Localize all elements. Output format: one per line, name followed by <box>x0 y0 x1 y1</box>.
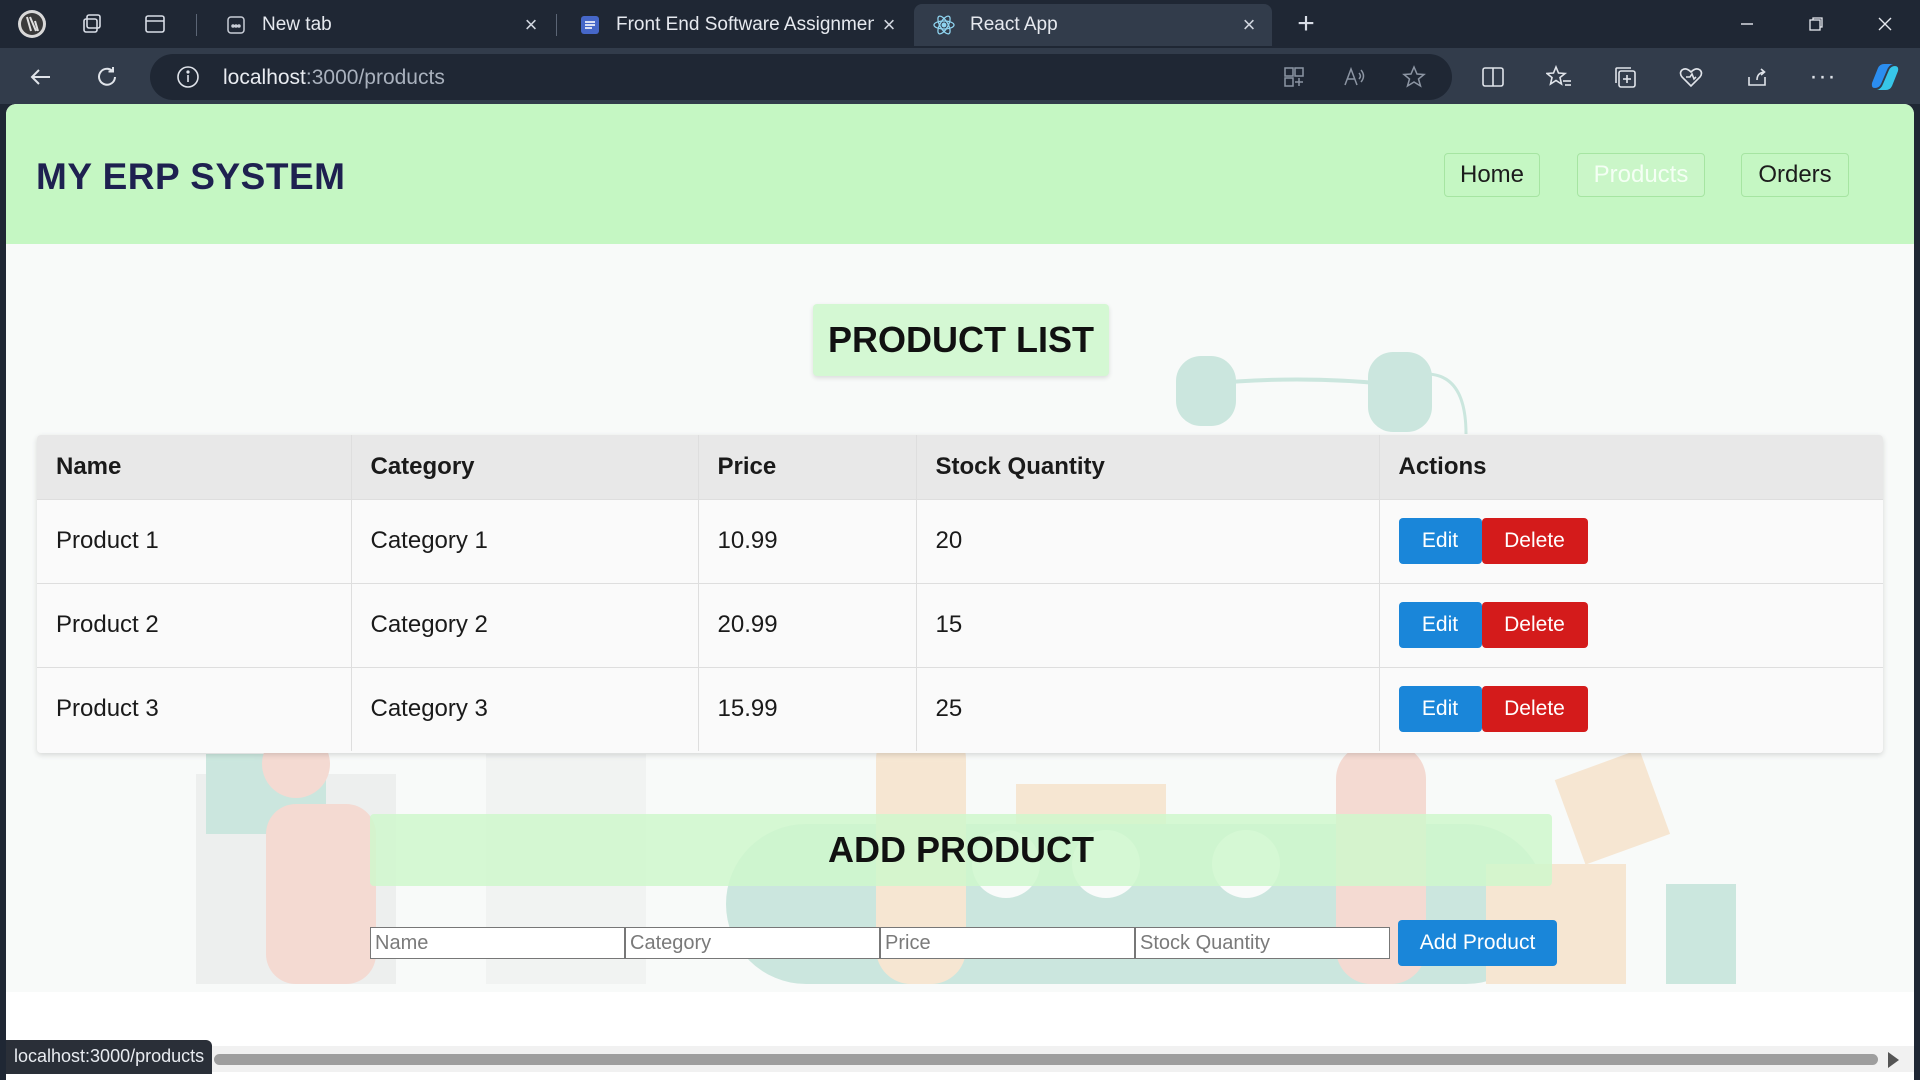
read-aloud-icon[interactable] <box>1338 61 1370 93</box>
delete-button[interactable]: Delete <box>1481 602 1588 648</box>
favorite-star-icon[interactable] <box>1398 61 1430 93</box>
site-info-icon[interactable] <box>172 61 204 93</box>
edit-button[interactable]: Edit <box>1398 602 1482 648</box>
copilot-icon[interactable] <box>1868 60 1902 94</box>
table-row: Product 1 Category 1 10.99 20 Edit Delete <box>37 499 1883 584</box>
cell-price: 15.99 <box>698 667 917 751</box>
restore-icon[interactable] <box>1782 0 1850 48</box>
cell-stock: 15 <box>916 583 1380 668</box>
product-list-title: PRODUCT LIST <box>813 304 1109 376</box>
cell-actions: Edit Delete <box>1379 667 1883 751</box>
product-stock-input[interactable] <box>1135 927 1390 959</box>
tab-title: New tab <box>262 14 332 35</box>
cell-name: Product 1 <box>37 499 352 584</box>
app-header: MY ERP SYSTEM Home Products Orders <box>6 104 1914 244</box>
nav-products-button[interactable]: Products <box>1577 153 1705 197</box>
table-row: Product 3 Category 3 15.99 25 Edit Delete <box>37 667 1883 751</box>
tab-title: Front End Software Assignment: <box>616 14 874 35</box>
new-tab-icon <box>224 13 248 37</box>
cell-name: Product 3 <box>37 667 352 751</box>
column-header-name: Name <box>37 435 352 500</box>
cell-actions: Edit Delete <box>1379 583 1883 668</box>
cell-name: Product 2 <box>37 583 352 668</box>
browser-tab-bar: New tab × Front End Software Assignment:… <box>0 0 1920 48</box>
products-table: Name Category Price Stock Quantity Actio… <box>37 435 1883 753</box>
nav-orders-button[interactable]: Orders <box>1741 153 1849 197</box>
cell-category: Category 3 <box>351 667 699 751</box>
cell-stock: 25 <box>916 667 1380 751</box>
edit-button[interactable]: Edit <box>1398 686 1482 733</box>
product-category-input[interactable] <box>625 927 880 959</box>
product-name-input[interactable] <box>370 927 625 959</box>
cell-category: Category 2 <box>351 583 699 668</box>
add-product-title: ADD PRODUCT <box>370 814 1552 886</box>
brand-title: MY ERP SYSTEM <box>36 156 346 197</box>
split-screen-icon[interactable] <box>1476 60 1510 94</box>
new-tab-plus-icon[interactable]: + <box>1290 7 1322 40</box>
cell-category: Category 1 <box>351 499 699 584</box>
more-options-icon[interactable]: ··· <box>1806 60 1840 94</box>
product-price-input[interactable] <box>880 927 1135 959</box>
table-row: Product 2 Category 2 20.99 15 Edit Delete <box>37 583 1883 668</box>
horizontal-scrollbar-thumb[interactable] <box>214 1054 1878 1065</box>
delete-button[interactable]: Delete <box>1481 518 1588 564</box>
address-bar[interactable]: localhost:3000/products <box>150 54 1452 100</box>
app-available-icon[interactable] <box>1278 61 1310 93</box>
table-header-row: Name Category Price Stock Quantity Actio… <box>37 435 1883 500</box>
refresh-icon[interactable] <box>90 60 124 94</box>
tab-title: React App <box>970 14 1058 35</box>
column-header-stock: Stock Quantity <box>916 435 1380 500</box>
favorites-icon[interactable] <box>1542 60 1576 94</box>
cell-stock: 20 <box>916 499 1380 584</box>
tab-actions-icon[interactable] <box>139 8 171 40</box>
close-tab-icon[interactable]: × <box>874 10 904 40</box>
browser-toolbar: localhost:3000/products ··· <box>0 48 1920 104</box>
status-bar-url: localhost:3000/products <box>6 1040 213 1074</box>
scroll-right-arrow-icon[interactable] <box>1888 1052 1899 1068</box>
delete-button[interactable]: Delete <box>1481 686 1588 733</box>
browser-essentials-icon[interactable] <box>1674 60 1708 94</box>
collections-icon[interactable] <box>1608 60 1642 94</box>
column-header-price: Price <box>698 435 917 500</box>
page-viewport: MY ERP SYSTEM Home Products Orders PRODU… <box>6 104 1914 1080</box>
close-tab-icon[interactable]: × <box>516 10 546 40</box>
edit-button[interactable]: Edit <box>1398 518 1482 564</box>
workspaces-icon[interactable] <box>76 8 108 40</box>
cell-price: 20.99 <box>698 583 917 668</box>
profile-avatar-icon[interactable] <box>16 8 48 40</box>
tab-react-app[interactable]: React App × <box>914 4 1272 46</box>
cell-price: 10.99 <box>698 499 917 584</box>
tab-new-tab[interactable]: New tab × <box>206 4 554 46</box>
add-product-button[interactable]: Add Product <box>1398 920 1557 966</box>
products-page: PRODUCT LIST Name Category Price Stock Q… <box>6 244 1914 992</box>
react-logo-icon <box>932 13 956 37</box>
column-header-category: Category <box>351 435 699 500</box>
url-text: localhost:3000/products <box>223 66 445 89</box>
column-header-actions: Actions <box>1379 435 1883 500</box>
cell-actions: Edit Delete <box>1379 499 1883 584</box>
close-tab-icon[interactable]: × <box>1234 10 1264 40</box>
back-arrow-icon[interactable] <box>24 60 58 94</box>
minimize-icon[interactable] <box>1713 0 1781 48</box>
tab-assignment-doc[interactable]: Front End Software Assignment: × <box>560 4 912 46</box>
document-icon <box>578 13 602 37</box>
share-icon[interactable] <box>1740 60 1774 94</box>
nav-home-button[interactable]: Home <box>1444 153 1540 197</box>
close-window-icon[interactable] <box>1851 0 1919 48</box>
